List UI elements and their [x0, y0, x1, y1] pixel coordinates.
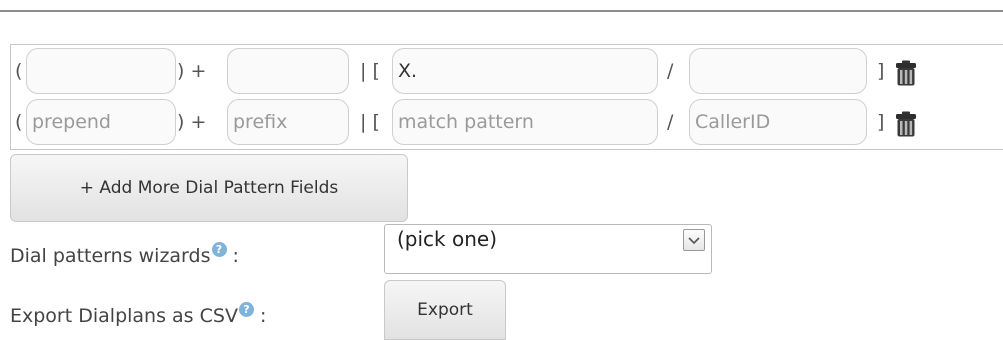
close-paren-plus: ) +: [177, 60, 207, 82]
match-pattern-input[interactable]: [392, 99, 658, 145]
prefix-input[interactable]: [227, 48, 349, 94]
open-paren: (: [15, 60, 23, 82]
close-bracket: ]: [877, 111, 885, 133]
trash-icon[interactable]: [895, 111, 917, 137]
export-colon: :: [259, 305, 267, 327]
match-pattern-input[interactable]: [392, 48, 658, 94]
slash-separator: /: [667, 111, 674, 133]
pipe-bracket: | [: [360, 111, 380, 133]
wizard-colon: :: [232, 245, 239, 267]
trash-icon[interactable]: [895, 60, 917, 86]
close-bracket: ]: [877, 60, 885, 82]
export-button[interactable]: Export: [384, 280, 506, 340]
export-label: Export Dialplans as CSV: [10, 305, 238, 327]
open-paren: (: [15, 111, 23, 133]
close-paren-plus: ) +: [177, 111, 207, 133]
slash-separator: /: [667, 60, 674, 82]
help-icon[interactable]: ?: [211, 242, 227, 257]
section-divider: [0, 10, 1003, 12]
select-value: (pick one): [397, 227, 498, 251]
dial-pattern-row: ( ) + | [ / ]: [11, 98, 1003, 146]
wizard-label-row: Dial patterns wizards?:: [10, 242, 239, 268]
prefix-input[interactable]: [227, 99, 349, 145]
dial-pattern-table: ( ) + | [ / ] ( ) + | [ / ]: [10, 44, 1003, 150]
callerid-input[interactable]: [689, 99, 867, 145]
add-dial-pattern-button[interactable]: + Add More Dial Pattern Fields: [10, 154, 408, 222]
wizard-label: Dial patterns wizards: [10, 245, 211, 267]
help-icon[interactable]: ?: [238, 302, 254, 317]
pipe-bracket: | [: [360, 60, 380, 82]
chevron-down-icon[interactable]: [683, 229, 705, 251]
prepend-input[interactable]: [26, 99, 176, 145]
dial-pattern-wizard-select[interactable]: (pick one): [384, 224, 712, 274]
prepend-input[interactable]: [26, 48, 176, 94]
export-label-row: Export Dialplans as CSV?:: [10, 302, 267, 328]
callerid-input[interactable]: [689, 48, 867, 94]
dial-pattern-row: ( ) + | [ / ]: [11, 47, 1003, 95]
